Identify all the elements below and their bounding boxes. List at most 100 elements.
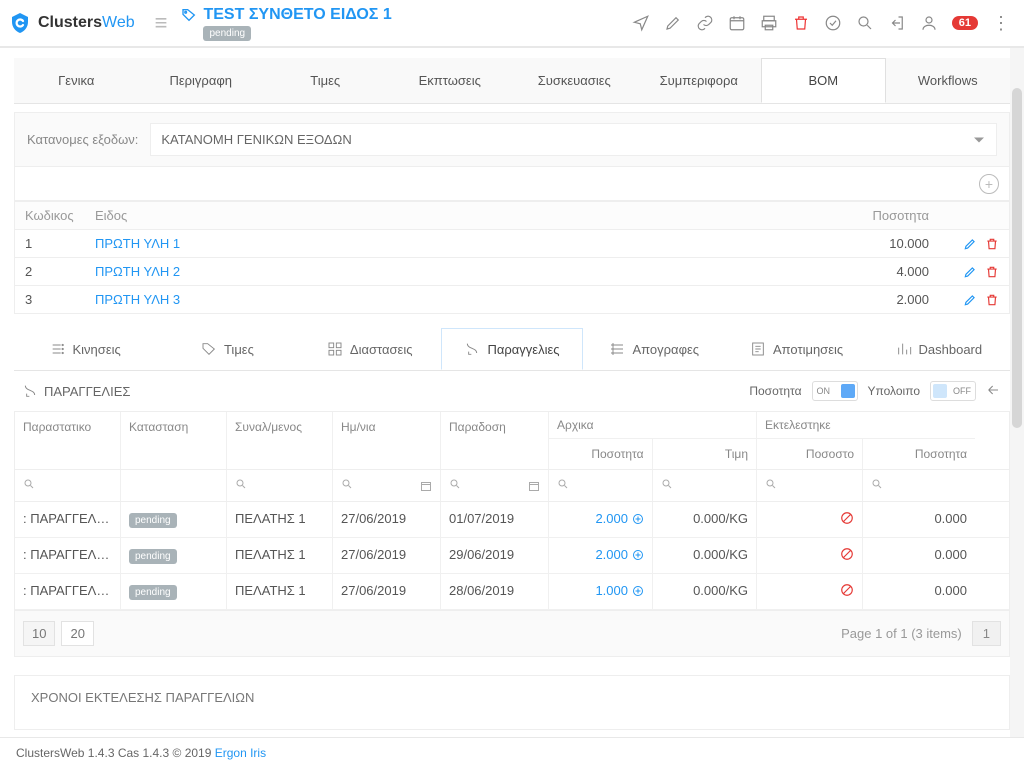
page-title-text: TEST ΣΥΝΘΕΤΟ ΕΙΔΟΣ 1: [203, 6, 391, 24]
tab-behavior[interactable]: Συμπεριφορα: [637, 58, 762, 103]
subtab-inventories[interactable]: Απογραφες: [583, 328, 725, 370]
client-link[interactable]: ΠΕΛΑΤΗΣ 1: [227, 502, 333, 537]
search-qty[interactable]: [549, 470, 653, 501]
orders-panel-head: ΠΑΡΑΓΓΕΛΙΕΣ Ποσοτητα ON Υπολοιπο OFF: [14, 371, 1010, 411]
edit-icon[interactable]: [664, 14, 682, 32]
bom-col-code: Κωδικος: [25, 208, 95, 223]
search-price[interactable]: [653, 470, 757, 501]
status-badge: pending: [129, 513, 177, 528]
pagesize-10[interactable]: 10: [23, 621, 55, 646]
top-actions: 61 ⋮: [632, 13, 1016, 34]
bom-code: 3: [25, 292, 95, 307]
order-doc-link[interactable]: : ΠΑΡΑΓΓΕΛΙΑ ΕΞΑ: [15, 502, 121, 537]
tab-workflows[interactable]: Workflows: [886, 58, 1011, 103]
search-eqty[interactable]: [863, 470, 975, 501]
print-icon[interactable]: [760, 14, 778, 32]
sub-tabs: Κινησεις Τιμες Διαστασεις Παραγγελιες Απ…: [14, 328, 1010, 371]
user-icon[interactable]: [920, 14, 938, 32]
search-pct[interactable]: [757, 470, 863, 501]
tab-bom[interactable]: BOM: [761, 58, 886, 103]
tab-general[interactable]: Γενικα: [14, 58, 139, 103]
bom-row: 2ΠΡΩΤΗ ΥΛΗ 24.000: [15, 257, 1009, 285]
pagesize-20[interactable]: 20: [61, 621, 93, 646]
tab-prices[interactable]: Τιμες: [263, 58, 388, 103]
edit-icon[interactable]: [963, 237, 977, 251]
bom-item-link[interactable]: ΠΡΩΤΗ ΥΛΗ 2: [95, 264, 819, 279]
expense-select[interactable]: ΚΑΤΑΝΟΜΗ ΓΕΝΙΚΩΝ ΕΞΟΔΩΝ: [150, 123, 997, 156]
search-icon[interactable]: [856, 14, 874, 32]
subtab-dashboard[interactable]: Dashboard: [868, 328, 1010, 370]
status-badge: pending: [129, 585, 177, 600]
expense-row: Κατανομες εξοδων: ΚΑΤΑΝΟΜΗ ΓΕΝΙΚΩΝ ΕΞΟΔΩ…: [14, 112, 1010, 167]
check-circle-icon[interactable]: [824, 14, 842, 32]
qty-link[interactable]: 2.000: [557, 511, 644, 526]
tab-discounts[interactable]: Εκπτωσεις: [388, 58, 513, 103]
subtab-orders[interactable]: Παραγγελιες: [441, 328, 583, 370]
logout-icon[interactable]: [888, 14, 906, 32]
notification-count-badge[interactable]: 61: [952, 16, 978, 30]
logo-icon: [8, 11, 32, 35]
bom-col-item: Ειδος: [95, 208, 819, 223]
calendar-icon: [420, 480, 432, 492]
bom-item-link[interactable]: ΠΡΩΤΗ ΥΛΗ 1: [95, 236, 819, 251]
bom-col-qty: Ποσοτητα: [819, 208, 929, 223]
subtab-movements[interactable]: Κινησεις: [14, 328, 156, 370]
menu-toggle-icon[interactable]: ≡: [145, 10, 178, 36]
tag-icon: [181, 7, 197, 23]
bom-item-link[interactable]: ΠΡΩΤΗ ΥΛΗ 3: [95, 292, 819, 307]
orders-search-row: [15, 470, 1009, 502]
link-icon[interactable]: [696, 14, 714, 32]
status-badge: pending: [203, 26, 251, 41]
page-title-block: TEST ΣΥΝΘΕΤΟ ΕΙΔΟΣ 1 pending: [181, 6, 391, 41]
subtab-prices[interactable]: Τιμες: [156, 328, 298, 370]
trash-icon[interactable]: [985, 293, 999, 307]
kebab-menu-icon[interactable]: ⋮: [992, 13, 1010, 34]
order-doc-link[interactable]: : ΠΑΡΑΓΓΕΛΙΑ ΕΞΑ: [15, 574, 121, 609]
bom-qty: 4.000: [819, 264, 929, 279]
tab-packaging[interactable]: Συσκευασιες: [512, 58, 637, 103]
qty-link[interactable]: 2.000: [557, 547, 644, 562]
subtab-dimensions[interactable]: Διαστασεις: [299, 328, 441, 370]
subtab-valuations[interactable]: Αποτιμησεις: [725, 328, 867, 370]
send-icon[interactable]: [632, 14, 650, 32]
main-tabs: Γενικα Περιγραφη Τιμες Εκπτωσεις Συσκευα…: [14, 58, 1010, 104]
trash-icon[interactable]: [985, 265, 999, 279]
page-title[interactable]: TEST ΣΥΝΘΕΤΟ ΕΙΔΟΣ 1: [181, 6, 391, 24]
bom-qty: 10.000: [819, 236, 929, 251]
calendar-icon: [528, 480, 540, 492]
edit-icon[interactable]: [963, 293, 977, 307]
trash-icon[interactable]: [985, 237, 999, 251]
toggle-qty[interactable]: ON: [812, 381, 858, 401]
qty-link[interactable]: 1.000: [557, 583, 644, 598]
orders-row: : ΠΑΡΑΓΓΕΛΙΑ ΕΞΑpendingΠΕΛΑΤΗΣ 127/06/20…: [15, 538, 1009, 574]
content-area: Κατανομες εξοδων: ΚΑΤΑΝΟΜΗ ΓΕΝΙΚΩΝ ΕΞΟΔΩ…: [0, 104, 1024, 730]
add-icon[interactable]: +: [979, 174, 999, 194]
bom-header: Κωδικος Ειδος Ποσοτητα: [15, 201, 1009, 229]
tab-description[interactable]: Περιγραφη: [139, 58, 264, 103]
order-doc-link[interactable]: : ΠΑΡΑΓΓΕΛΙΑ ΕΞΑ: [15, 538, 121, 573]
app-logo[interactable]: ClustersWeb: [8, 11, 135, 35]
vertical-scrollbar[interactable]: [1010, 48, 1024, 742]
page-number[interactable]: 1: [972, 621, 1001, 646]
share-icon[interactable]: [986, 382, 1002, 401]
toggle2-label: Υπολοιπο: [868, 384, 921, 398]
edit-icon[interactable]: [963, 265, 977, 279]
search-doc[interactable]: [15, 470, 121, 501]
toggle-balance[interactable]: OFF: [930, 381, 976, 401]
phone-icon: [22, 383, 38, 399]
brand-b: Web: [102, 14, 135, 32]
calendar-icon[interactable]: [728, 14, 746, 32]
footer: ClustersWeb 1.4.3 Cas 1.4.3 © 2019 Ergon…: [0, 737, 1024, 768]
orders-header-row1: Παραστατικο Κατασταση Συναλ/μενος Ημ/νια…: [15, 412, 1009, 470]
client-link[interactable]: ΠΕΛΑΤΗΣ 1: [227, 538, 333, 573]
search-date[interactable]: [333, 470, 441, 501]
trash-icon[interactable]: [792, 14, 810, 32]
search-client[interactable]: [227, 470, 333, 501]
footer-link[interactable]: Ergon Iris: [215, 746, 266, 760]
bom-code: 1: [25, 236, 95, 251]
client-link[interactable]: ΠΕΛΑΤΗΣ 1: [227, 574, 333, 609]
execution-times-panel: ΧΡΟΝΟΙ ΕΚΤΕΛΕΣΗΣ ΠΑΡΑΓΓΕΛΙΩΝ: [14, 675, 1010, 730]
bom-row: 1ΠΡΩΤΗ ΥΛΗ 110.000: [15, 229, 1009, 257]
search-delivery[interactable]: [441, 470, 549, 501]
search-status[interactable]: [121, 470, 227, 501]
